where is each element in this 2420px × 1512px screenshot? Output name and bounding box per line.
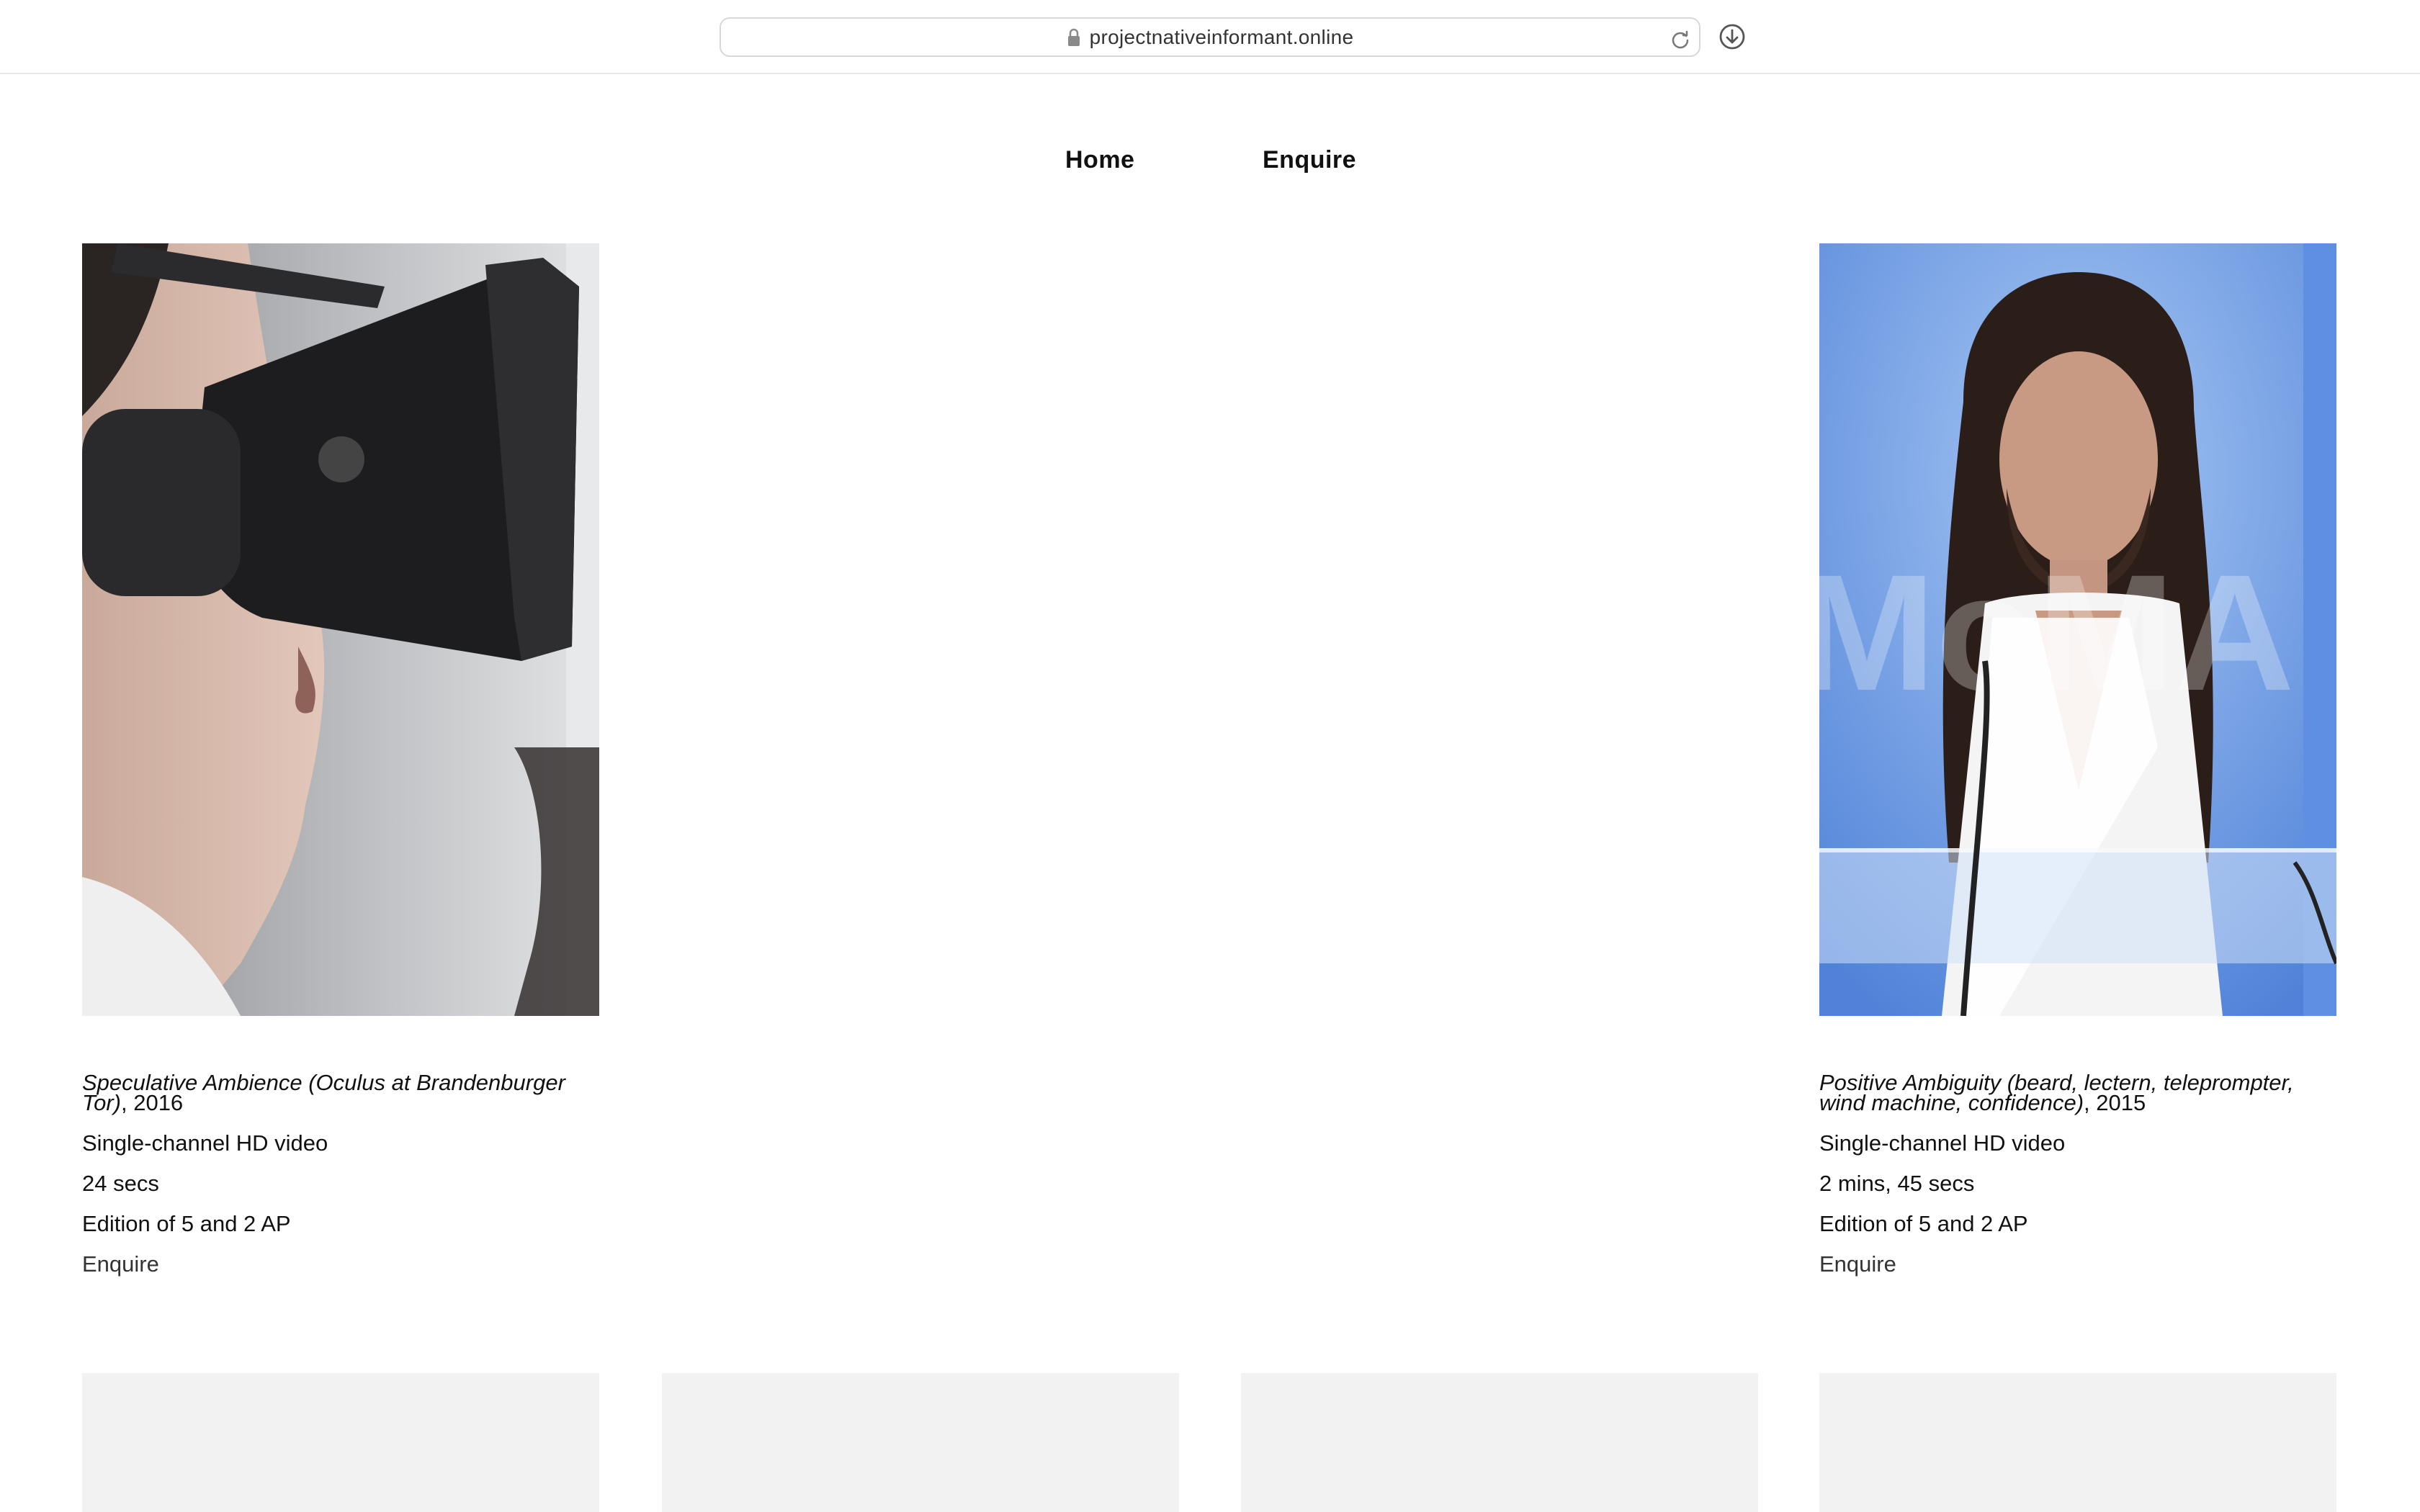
artwork-title-line: Speculative Ambience (Oculus at Brandenb…: [82, 1071, 601, 1115]
nav-enquire-link[interactable]: Enquire: [1263, 146, 1356, 174]
artwork-caption-left: Speculative Ambience (Oculus at Brandenb…: [82, 1071, 601, 1275]
artwork-image-lectern-figure[interactable]: MoMA: [1819, 243, 2336, 1016]
browser-toolbar: projectnativeinformant.online: [0, 0, 2420, 74]
artwork-enquire-link[interactable]: Enquire: [82, 1253, 601, 1275]
nav-home-link[interactable]: Home: [1065, 146, 1134, 174]
artwork-placeholder: [662, 1373, 1179, 1512]
site-nav: Home Enquire: [0, 146, 2420, 182]
artwork-medium: Single-channel HD video: [1819, 1130, 2066, 1156]
artwork-title: Positive Ambiguity (beard, lectern, tele…: [1819, 1070, 2294, 1115]
artwork-placeholder: [1819, 1373, 2336, 1512]
svg-text:MoMA: MoMA: [1819, 540, 2295, 725]
url-wrap: projectnativeinformant.online: [1067, 26, 1354, 49]
artwork-caption-right: Positive Ambiguity (beard, lectern, tele…: [1819, 1070, 2338, 1275]
lock-icon: [1067, 28, 1080, 46]
reload-icon[interactable]: [1669, 27, 1692, 50]
artwork-medium: Single-channel HD video: [82, 1130, 328, 1156]
url-text: projectnativeinformant.online: [1089, 25, 1354, 48]
artwork-placeholder: [1241, 1373, 1758, 1512]
artwork-edition: Edition of 5 and 2 AP: [1819, 1211, 2028, 1236]
artwork-year: , 2016: [120, 1090, 184, 1115]
artwork-duration: 24 secs: [82, 1171, 159, 1196]
artwork-title-line: Positive Ambiguity (beard, lectern, tele…: [1819, 1070, 2338, 1115]
lectern-figure-illustration: MoMA: [1819, 243, 2336, 1016]
vr-headset-illustration: [82, 243, 599, 1016]
artwork-placeholder: [82, 1373, 599, 1512]
address-bar[interactable]: projectnativeinformant.online: [720, 17, 1700, 57]
artwork-year: , 2015: [2084, 1090, 2146, 1115]
artwork-duration: 2 mins, 45 secs: [1819, 1171, 1975, 1196]
artwork-edition: Edition of 5 and 2 AP: [82, 1211, 291, 1236]
download-icon[interactable]: [1718, 23, 1746, 50]
artwork-image-vr-headset[interactable]: [82, 243, 599, 1016]
artwork-enquire-link[interactable]: Enquire: [1819, 1253, 2338, 1275]
